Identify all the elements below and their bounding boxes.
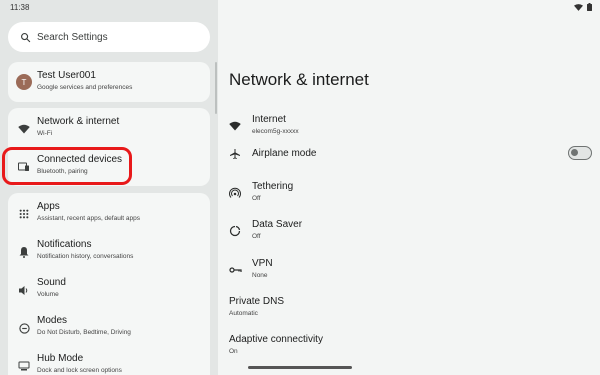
account-item[interactable]: T Test User001 Google services and prefe…	[8, 63, 210, 101]
device-settings-card: Apps Assistant, recent apps, default app…	[8, 193, 210, 375]
selection-highlight	[2, 147, 132, 185]
setting-vpn[interactable]: VPN None	[218, 252, 600, 290]
apps-grid-icon	[17, 207, 31, 221]
search-icon	[21, 32, 31, 42]
vpn-key-icon	[228, 263, 242, 277]
do-not-disturb-icon	[17, 321, 31, 335]
dock-icon	[17, 359, 31, 373]
setting-subtitle: Off	[252, 195, 261, 202]
setting-data-saver[interactable]: Data Saver Off	[218, 213, 600, 251]
setting-title: Airplane mode	[252, 148, 317, 159]
sidebar-item-label: Apps	[37, 201, 60, 212]
setting-subtitle: elecom5g-xxxxx	[252, 128, 299, 135]
page-title: Network & internet	[229, 70, 369, 89]
airplane-icon	[228, 147, 242, 161]
sidebar-item-subtitle: Volume	[37, 291, 59, 298]
sidebar-item-network-internet[interactable]: Network & internet Wi-Fi	[8, 109, 210, 147]
avatar: T	[16, 74, 32, 90]
sidebar-item-subtitle: Wi-Fi	[37, 130, 53, 137]
sidebar-item-label: Notifications	[37, 239, 92, 250]
status-clock: 11:38	[10, 3, 30, 12]
setting-title: Private DNS	[229, 296, 285, 307]
sidebar-item-notifications[interactable]: Notifications Notification history, conv…	[8, 232, 210, 270]
battery-icon	[587, 3, 592, 11]
setting-subtitle: Automatic	[229, 310, 258, 317]
volume-icon	[17, 283, 31, 297]
setting-title: Adaptive connectivity	[229, 334, 323, 345]
wifi-signal-icon	[574, 3, 583, 11]
sidebar-item-apps[interactable]: Apps Assistant, recent apps, default app…	[8, 194, 210, 232]
sidebar-item-label: Network & internet	[37, 116, 120, 127]
account-subtitle: Google services and preferences	[37, 84, 133, 91]
sidebar-item-label: Sound	[37, 277, 66, 288]
avatar-letter: T	[16, 74, 32, 90]
setting-adaptive-connectivity[interactable]: Adaptive connectivity On	[218, 328, 600, 366]
search-placeholder: Search Settings	[37, 31, 108, 43]
status-bar: 11:38	[0, 0, 600, 16]
setting-subtitle: On	[229, 348, 238, 355]
gesture-navigation-handle[interactable]	[248, 366, 352, 369]
sidebar-item-subtitle: Do Not Disturb, Bedtime, Driving	[37, 329, 131, 336]
search-settings-bar[interactable]: Search Settings	[8, 22, 210, 52]
setting-subtitle: Off	[252, 233, 261, 240]
account-card: T Test User001 Google services and prefe…	[8, 62, 210, 102]
setting-title: Internet	[252, 114, 286, 125]
setting-title: VPN	[252, 258, 273, 269]
sidebar-item-label: Hub Mode	[37, 353, 84, 364]
setting-title: Data Saver	[252, 219, 303, 230]
bell-icon	[17, 245, 31, 259]
sidebar-item-modes[interactable]: Modes Do Not Disturb, Bedtime, Driving	[8, 308, 210, 346]
wifi-icon	[17, 122, 31, 136]
airplane-mode-toggle[interactable]	[568, 146, 592, 160]
sidebar-item-hub-mode[interactable]: Hub Mode Dock and lock screen options	[8, 346, 210, 375]
hotspot-icon	[228, 186, 242, 200]
setting-airplane-mode[interactable]: Airplane mode	[218, 141, 600, 179]
sidebar-item-sound[interactable]: Sound Volume	[8, 270, 210, 308]
setting-subtitle: None	[252, 272, 268, 279]
setting-title: Tethering	[252, 181, 294, 192]
sidebar-item-label: Modes	[37, 315, 68, 326]
scrollbar-thumb[interactable]	[215, 62, 217, 114]
status-icons	[574, 3, 592, 11]
wifi-icon	[228, 119, 242, 133]
data-saver-icon	[228, 224, 242, 238]
sidebar-item-subtitle: Notification history, conversations	[37, 253, 134, 260]
setting-private-dns[interactable]: Private DNS Automatic	[218, 290, 600, 328]
setting-tethering[interactable]: Tethering Off	[218, 175, 600, 213]
sidebar-item-subtitle: Assistant, recent apps, default apps	[37, 215, 140, 222]
account-name: Test User001	[37, 70, 96, 81]
sidebar-item-subtitle: Dock and lock screen options	[37, 367, 122, 374]
toggle-knob	[571, 149, 578, 156]
